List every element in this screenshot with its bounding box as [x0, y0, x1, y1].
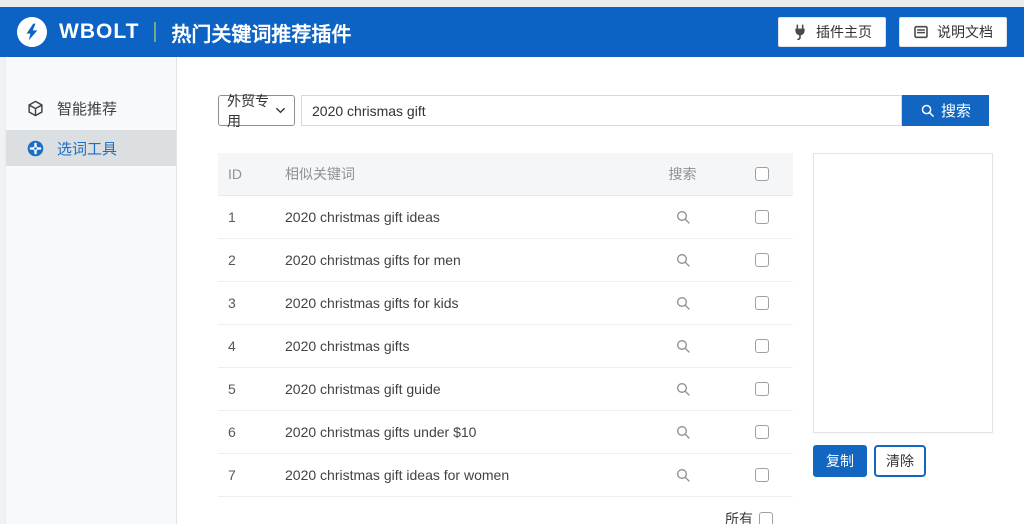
- selection-panel: 复制 清除: [813, 153, 993, 524]
- row-id: 2: [228, 252, 236, 268]
- row-checkbox-cell: [730, 382, 793, 396]
- plug-icon: [792, 24, 808, 40]
- docs-label: 说明文档: [937, 24, 993, 40]
- row-id: 7: [228, 467, 236, 483]
- sidebar-item-label: 选词工具: [57, 140, 118, 158]
- table-body: 1 2020 christmas gift ideas 2 2020 chris…: [218, 196, 793, 497]
- sidebar: 智能推荐 选词工具: [0, 57, 177, 524]
- col-header-id: ID: [228, 166, 242, 182]
- panel-buttons: 复制 清除: [813, 445, 993, 477]
- row-keyword: 2020 christmas gift ideas for women: [285, 467, 510, 483]
- search-icon[interactable]: [675, 295, 691, 311]
- docs-button[interactable]: 说明文档: [899, 17, 1007, 47]
- row-search-cell: [635, 424, 730, 440]
- content-row: ID 相似关键词 搜索 1 2020 christmas gift ideas …: [218, 153, 1024, 524]
- search-icon[interactable]: [675, 467, 691, 483]
- row-checkbox[interactable]: [754, 339, 769, 353]
- chevron-down-icon: [275, 105, 286, 116]
- row-checkbox-cell: [730, 339, 793, 353]
- search-icon: [920, 103, 935, 118]
- category-select[interactable]: 外贸专用: [218, 93, 295, 129]
- sidebar-item-word-tool[interactable]: 选词工具: [6, 130, 176, 166]
- row-checkbox[interactable]: [754, 382, 769, 396]
- row-keyword: 2020 christmas gifts for kids: [285, 295, 459, 311]
- row-keyword: 2020 christmas gift guide: [285, 381, 441, 397]
- col-header-search: 搜索: [668, 166, 697, 182]
- row-checkbox-cell: [730, 210, 793, 224]
- row-checkbox-cell: [730, 468, 793, 482]
- main-content: 外贸专用 搜索 ID 相似关键词 搜索: [177, 57, 1024, 524]
- wbolt-logo-icon: [17, 17, 47, 47]
- row-checkbox[interactable]: [754, 253, 769, 267]
- row-search-cell: [635, 338, 730, 354]
- row-checkbox[interactable]: [754, 210, 769, 224]
- table-row: 3 2020 christmas gifts for kids: [218, 282, 793, 325]
- selected-keywords-box[interactable]: [813, 153, 993, 433]
- brand-name: WBOLT: [59, 20, 140, 43]
- search-icon[interactable]: [675, 209, 691, 225]
- row-id: 3: [228, 295, 236, 311]
- row-checkbox-cell: [730, 296, 793, 310]
- select-all-header-checkbox[interactable]: [754, 167, 769, 181]
- table-footer: 所有: [218, 497, 793, 524]
- page-body: 智能推荐 选词工具 外贸专用 2020 chrismas gift 搜索 ID …: [0, 57, 1024, 524]
- row-keyword: 2020 christmas gifts for men: [285, 252, 461, 268]
- row-id: 1: [228, 209, 236, 225]
- copy-button[interactable]: 复制: [813, 445, 867, 477]
- search-icon[interactable]: [675, 381, 691, 397]
- target-icon: [27, 140, 44, 157]
- table-row: 7 2020 christmas gift ideas for women: [218, 454, 793, 497]
- row-id: 6: [228, 424, 236, 440]
- search-button-label: 搜索: [940, 103, 971, 120]
- search-bar: 外贸专用 搜索: [218, 93, 1024, 129]
- row-search-cell: [635, 252, 730, 268]
- row-keyword: 2020 christmas gift ideas: [285, 209, 440, 225]
- top-strip: [0, 0, 1024, 7]
- row-checkbox[interactable]: [754, 425, 769, 439]
- keyword-table: ID 相似关键词 搜索 1 2020 christmas gift ideas …: [218, 153, 793, 524]
- table-row: 6 2020 christmas gifts under $10: [218, 411, 793, 454]
- sidebar-item-label: 智能推荐: [57, 100, 118, 118]
- sidebar-item-smart-recommend[interactable]: 智能推荐: [6, 90, 176, 126]
- search-button[interactable]: 搜索: [902, 95, 989, 126]
- page-title: 热门关键词推荐插件: [171, 23, 352, 46]
- table-header-row: ID 相似关键词 搜索: [218, 153, 793, 196]
- row-keyword: 2020 christmas gifts under $10: [285, 424, 477, 440]
- col-header-keyword: 相似关键词: [285, 166, 355, 182]
- row-checkbox-cell: [730, 425, 793, 439]
- row-id: 4: [228, 338, 236, 354]
- header-checkbox-cell: [730, 167, 793, 181]
- row-search-cell: [635, 467, 730, 483]
- select-all-checkbox[interactable]: [759, 511, 773, 524]
- search-icon[interactable]: [675, 252, 691, 268]
- select-all-label: 所有: [725, 510, 753, 524]
- search-icon[interactable]: [675, 424, 691, 440]
- clear-button[interactable]: 清除: [874, 445, 926, 477]
- document-icon: [913, 24, 929, 40]
- row-checkbox-cell: [730, 253, 793, 267]
- search-icon[interactable]: [675, 338, 691, 354]
- row-keyword: 2020 christmas gifts: [285, 338, 410, 354]
- plugin-home-label: 插件主页: [816, 24, 872, 40]
- table-row: 2 2020 christmas gifts for men: [218, 239, 793, 282]
- cube-icon: [27, 100, 44, 117]
- row-checkbox[interactable]: [754, 296, 769, 310]
- row-checkbox[interactable]: [754, 468, 769, 482]
- app-header: WBOLT 热门关键词推荐插件 插件主页 说明文档: [0, 7, 1024, 57]
- header-buttons: 插件主页 说明文档: [778, 17, 1007, 47]
- keyword-search-input[interactable]: [301, 95, 902, 126]
- table-row: 1 2020 christmas gift ideas: [218, 196, 793, 239]
- plugin-home-button[interactable]: 插件主页: [778, 17, 886, 47]
- table-row: 5 2020 christmas gift guide: [218, 368, 793, 411]
- row-id: 5: [228, 381, 236, 397]
- table-row: 4 2020 christmas gifts: [218, 325, 793, 368]
- row-search-cell: [635, 381, 730, 397]
- category-selected-value: 外贸专用: [227, 92, 269, 129]
- row-search-cell: [635, 209, 730, 225]
- row-search-cell: [635, 295, 730, 311]
- header-divider: [154, 22, 157, 42]
